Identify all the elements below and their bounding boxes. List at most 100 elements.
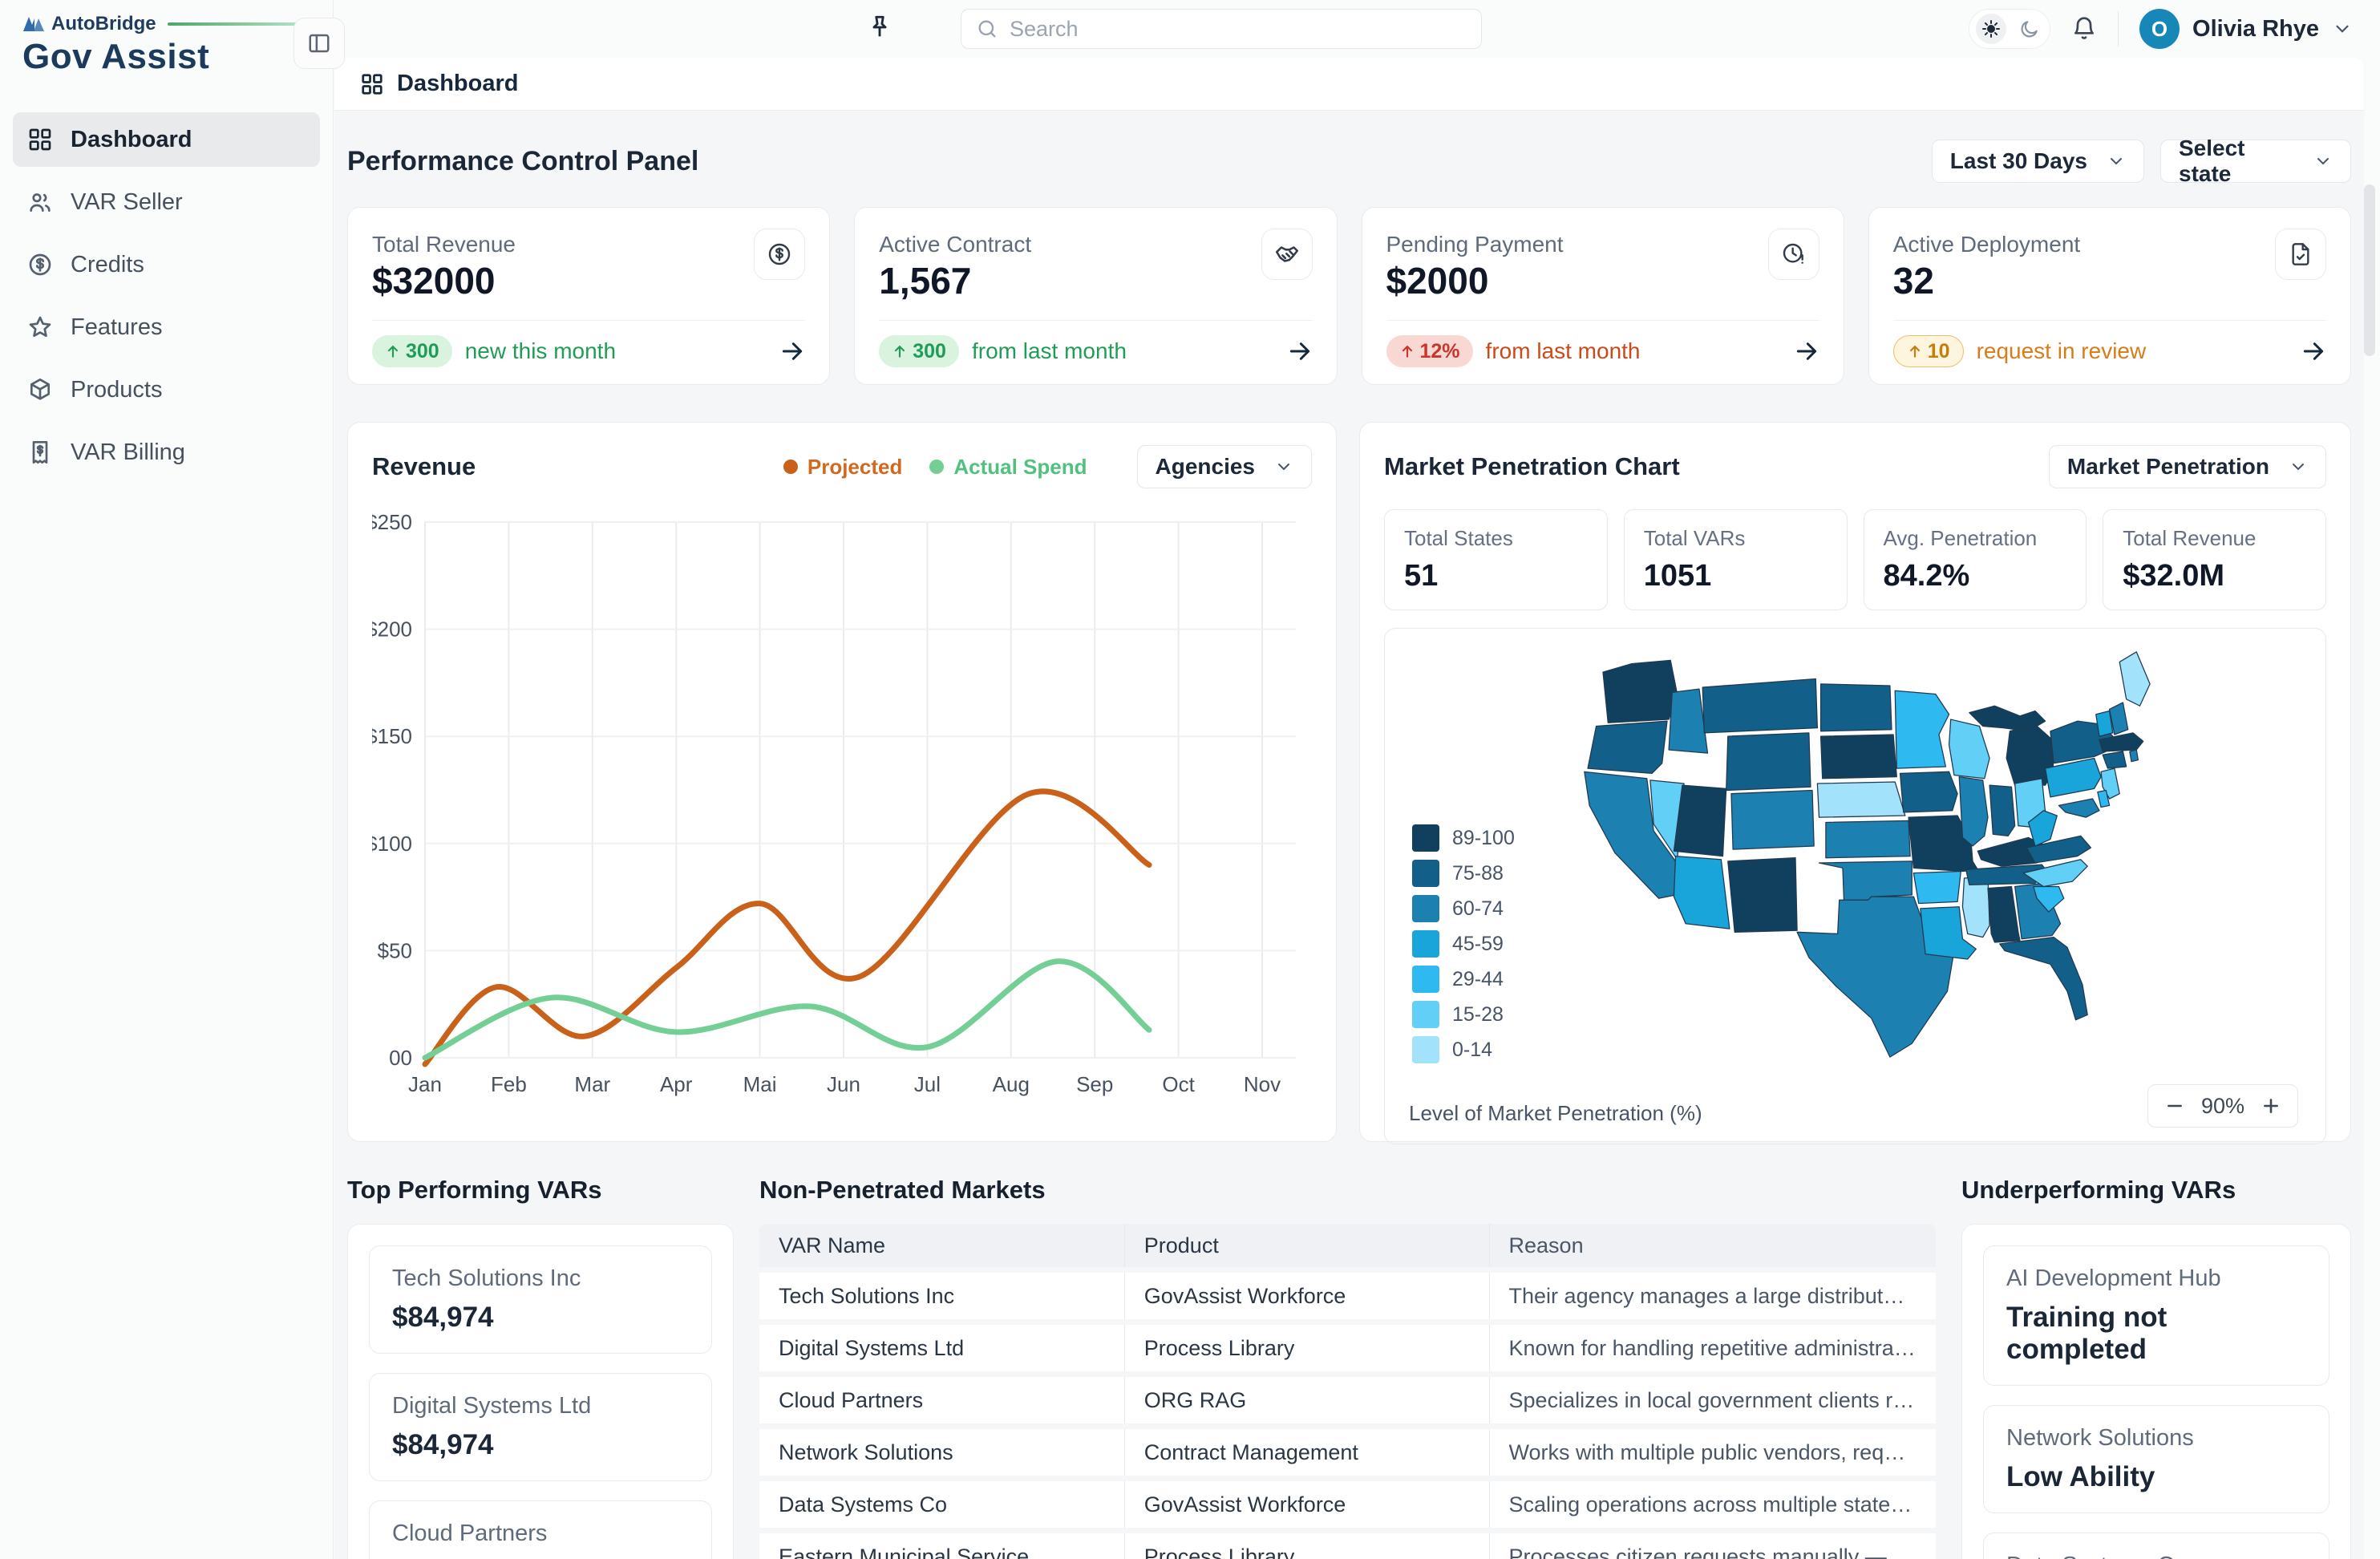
brand-product: Gov Assist: [22, 37, 314, 77]
state-ms[interactable]: [1962, 877, 1989, 937]
stat-total-states: Total States 51: [1384, 509, 1608, 610]
non-penetrated-title: Non-Penetrated Markets: [759, 1176, 1936, 1205]
state-or[interactable]: [1588, 721, 1667, 773]
state-il[interactable]: [1959, 777, 1988, 846]
minus-icon[interactable]: [2164, 1095, 2185, 1116]
svg-text:Mai: Mai: [743, 1072, 777, 1096]
search-input[interactable]: [1010, 17, 1467, 42]
svg-text:Nov: Nov: [1244, 1072, 1281, 1096]
state-ut[interactable]: [1674, 785, 1726, 856]
plus-icon[interactable]: [2261, 1095, 2281, 1116]
agencies-select[interactable]: Agencies: [1137, 445, 1313, 488]
state-select-value: Select state: [2179, 136, 2294, 187]
state-ri[interactable]: [2130, 750, 2139, 762]
state-in[interactable]: [1989, 785, 2015, 836]
theme-toggle[interactable]: [1969, 9, 2050, 49]
map-caption: Level of Market Penetration (%): [1409, 1101, 1702, 1126]
table-row[interactable]: Cloud Partners ORG RAG Specializes in lo…: [759, 1377, 1936, 1423]
kpi-label: Active Contract: [879, 232, 1031, 257]
market-view-value: Market Penetration: [2067, 454, 2269, 480]
state-ia[interactable]: [1900, 771, 1958, 812]
table-row[interactable]: Digital Systems Ltd Process Library Know…: [759, 1325, 1936, 1371]
us-choropleth-map[interactable]: [1571, 643, 2212, 1083]
state-mt[interactable]: [1702, 679, 1817, 733]
state-wi[interactable]: [1949, 719, 1990, 779]
chevron-down-icon: [1274, 457, 1293, 476]
list-item[interactable]: AI Development Hub Training not complete…: [1983, 1245, 2329, 1386]
state-fl[interactable]: [2000, 937, 2087, 1020]
grid-icon: [360, 72, 384, 96]
state-al[interactable]: [1988, 886, 2020, 941]
sidebar-collapse-button[interactable]: [293, 18, 345, 69]
svg-text:$50: $50: [378, 938, 412, 962]
us-map-panel: 89-100 75-88 60-74 45-59 29-44 15-28 0-1…: [1384, 628, 2326, 1144]
handshake-icon[interactable]: [1261, 229, 1313, 280]
sidebar-item-var-billing[interactable]: VAR Billing: [13, 425, 320, 480]
sidebar-item-var-seller[interactable]: VAR Seller: [13, 175, 320, 229]
list-item[interactable]: Tech Solutions Inc $84,974: [369, 1245, 712, 1354]
list-item[interactable]: Digital Systems Ltd $84,974: [369, 1373, 712, 1481]
table-row[interactable]: Data Systems Co GovAssist Workforce Scal…: [759, 1481, 1936, 1528]
state-ct[interactable]: [2103, 751, 2126, 768]
sun-icon[interactable]: [1976, 14, 2006, 44]
scrollbar-thumb[interactable]: [2364, 184, 2375, 356]
chevron-down-icon: [2332, 18, 2353, 39]
state-md[interactable]: [2058, 799, 2099, 817]
table-row[interactable]: Tech Solutions Inc GovAssist Workforce T…: [759, 1273, 1936, 1319]
sidebar-item-label: Products: [71, 377, 162, 403]
divider: [2118, 11, 2119, 47]
kpi-value: $32000: [372, 259, 516, 302]
state-me[interactable]: [2119, 652, 2150, 706]
state-id[interactable]: [1669, 689, 1707, 753]
bell-icon[interactable]: [2071, 16, 2097, 42]
sidebar-item-label: VAR Seller: [71, 189, 183, 216]
breadcrumb-label[interactable]: Dashboard: [397, 71, 518, 97]
legend-swatch: [1412, 860, 1439, 887]
date-range-select[interactable]: Last 30 Days: [1932, 140, 2144, 183]
state-sd[interactable]: [1821, 735, 1897, 779]
search-box: [961, 9, 1482, 49]
table-row[interactable]: Network Solutions Contract Management Wo…: [759, 1429, 1936, 1476]
sidebar-item-products[interactable]: Products: [13, 362, 320, 417]
svg-text:Aug: Aug: [993, 1072, 1030, 1096]
sidebar-item-credits[interactable]: Credits: [13, 237, 320, 292]
list-item[interactable]: Data Systems Co No Deployment: [1983, 1533, 2329, 1559]
state-co[interactable]: [1731, 790, 1814, 849]
clock-alert-icon[interactable]: [1768, 229, 1819, 280]
table-row[interactable]: Eastern Municipal Service Process Librar…: [759, 1533, 1936, 1559]
top-vars-card: Tech Solutions Inc $84,974 Digital Syste…: [347, 1224, 734, 1559]
svg-text:Sep: Sep: [1076, 1072, 1113, 1096]
state-select[interactable]: Select state: [2160, 140, 2351, 183]
state-wy[interactable]: [1726, 733, 1811, 791]
state-nm[interactable]: [1728, 858, 1797, 933]
zoom-level: 90%: [2201, 1094, 2244, 1119]
arrow-right-icon[interactable]: [2301, 338, 2326, 364]
file-check-icon[interactable]: [2275, 229, 2326, 280]
underperforming-title: Underperforming VARs: [1961, 1176, 2351, 1205]
state-mn[interactable]: [1895, 690, 1949, 768]
arrow-right-icon[interactable]: [1287, 338, 1313, 364]
kpi-card-pending-payment: Pending Payment $2000 12% from last mont…: [1362, 207, 1844, 385]
arrow-right-icon[interactable]: [1794, 338, 1819, 364]
legend-projected: Projected: [783, 455, 903, 480]
state-pa[interactable]: [2046, 758, 2101, 796]
legend-dot: [929, 460, 944, 474]
svg-text:$150: $150: [372, 724, 412, 748]
moon-icon[interactable]: [2019, 18, 2040, 39]
sidebar-item-dashboard[interactable]: Dashboard: [13, 112, 320, 167]
state-ne[interactable]: [1817, 782, 1904, 817]
legend-swatch: [1412, 895, 1439, 922]
sidebar-item-features[interactable]: Features: [13, 300, 320, 354]
list-item[interactable]: Cloud Partners $84,974: [369, 1500, 712, 1559]
state-az[interactable]: [1674, 856, 1729, 929]
pin-icon[interactable]: [866, 14, 893, 41]
state-ar[interactable]: [1913, 872, 1961, 904]
state-nd[interactable]: [1821, 684, 1892, 731]
state-ks[interactable]: [1826, 820, 1910, 857]
dollar-circle-icon[interactable]: [754, 229, 805, 280]
state-wa[interactable]: [1603, 660, 1678, 723]
market-view-select[interactable]: Market Penetration: [2049, 445, 2326, 488]
arrow-right-icon[interactable]: [779, 338, 805, 364]
user-menu[interactable]: O Olivia Rhye: [2139, 9, 2353, 49]
list-item[interactable]: Network Solutions Low Ability: [1983, 1405, 2329, 1513]
